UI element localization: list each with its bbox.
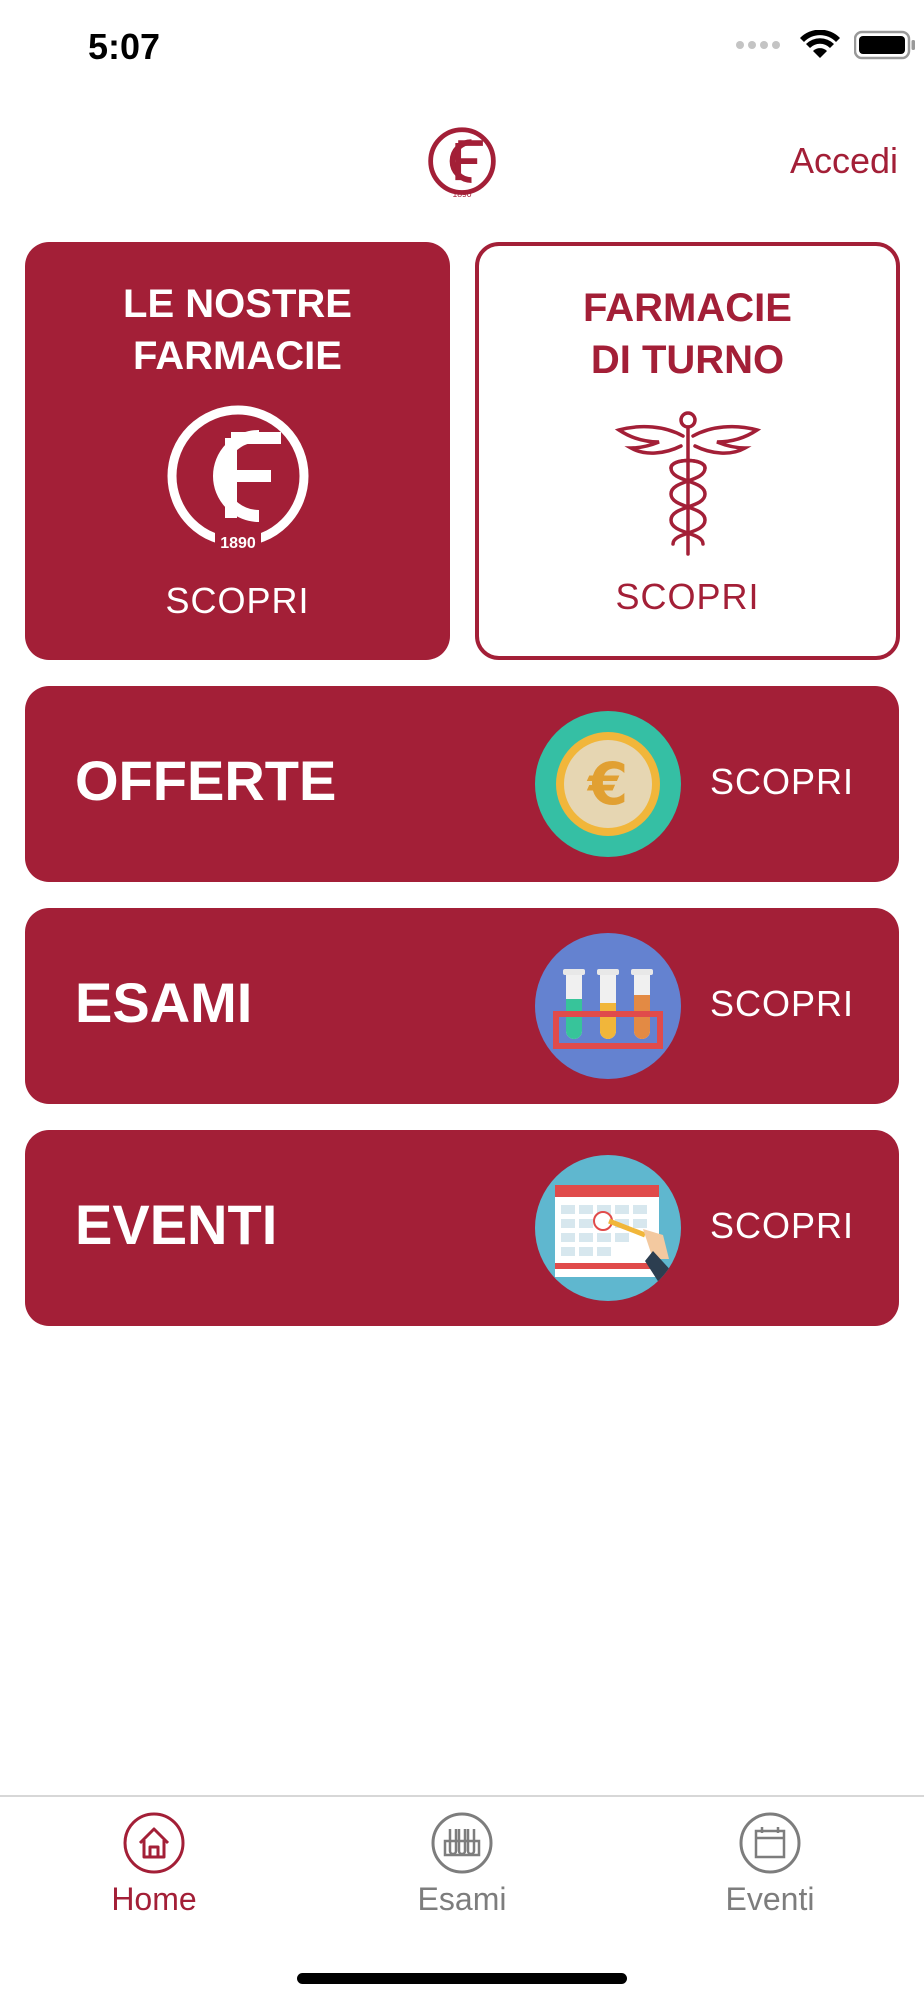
discover-label: SCOPRI — [615, 576, 760, 617]
euro-coin-icon: € — [535, 711, 681, 857]
on-duty-pharmacies-card[interactable]: FARMACIE DI TURNO SCOPRI — [475, 242, 900, 660]
discover-label: SCOPRI — [165, 580, 310, 621]
tile-title: LE NOSTRE FARMACIE — [123, 282, 352, 378]
tab-exams[interactable]: Esami — [362, 1811, 562, 1918]
home-indicator[interactable] — [297, 1973, 627, 1984]
tab-label: Home — [111, 1881, 197, 1917]
svg-text:€: € — [586, 750, 628, 818]
cellular-signal-icon — [736, 41, 780, 49]
discover-label: SCOPRI — [710, 983, 855, 1024]
tile-title: FARMACIE DI TURNO — [583, 286, 792, 382]
pharmacy-logo-icon: 1890 — [167, 405, 308, 552]
wifi-icon — [800, 30, 840, 58]
row-title: OFFERTE — [75, 749, 337, 812]
status-time: 5:07 — [88, 26, 161, 67]
row-title: EVENTI — [75, 1193, 278, 1256]
calendar-icon — [739, 1812, 801, 1874]
discover-label: SCOPRI — [710, 761, 855, 802]
exams-row[interactable]: ESAMI SCOPRI — [25, 908, 899, 1104]
offers-row[interactable]: OFFERTE € SCOPRI — [25, 686, 899, 882]
svg-text:1890: 1890 — [452, 189, 471, 199]
our-pharmacies-card[interactable]: LE NOSTRE FARMACIE 1890 SCOPRI — [25, 242, 450, 660]
home-icon — [123, 1812, 185, 1874]
status-bar: 5:07 — [0, 0, 924, 100]
calendar-icon — [535, 1155, 681, 1301]
caduceus-icon — [614, 411, 761, 556]
tab-bar: Home Esami Eventi — [0, 1795, 924, 2000]
tab-label: Esami — [417, 1881, 507, 1917]
tab-events[interactable]: Eventi — [670, 1811, 870, 1918]
discover-label: SCOPRI — [710, 1205, 855, 1246]
tab-label: Eventi — [725, 1881, 815, 1917]
login-link[interactable]: Accedi — [790, 140, 898, 182]
tab-home[interactable]: Home — [54, 1811, 254, 1918]
test-tubes-icon — [431, 1812, 493, 1874]
logo-year: 1890 — [220, 535, 256, 552]
events-row[interactable]: EVENTI SCOPRI — [25, 1130, 899, 1326]
test-tubes-icon — [535, 933, 681, 1079]
app-screen: 5:07 1890 Accedi LE NOSTRE FARMACIE 1890… — [0, 0, 924, 2000]
battery-icon — [854, 30, 915, 60]
status-icons — [736, 30, 916, 60]
row-title: ESAMI — [75, 971, 253, 1034]
pharmacy-logo-icon: 1890 — [428, 127, 496, 199]
